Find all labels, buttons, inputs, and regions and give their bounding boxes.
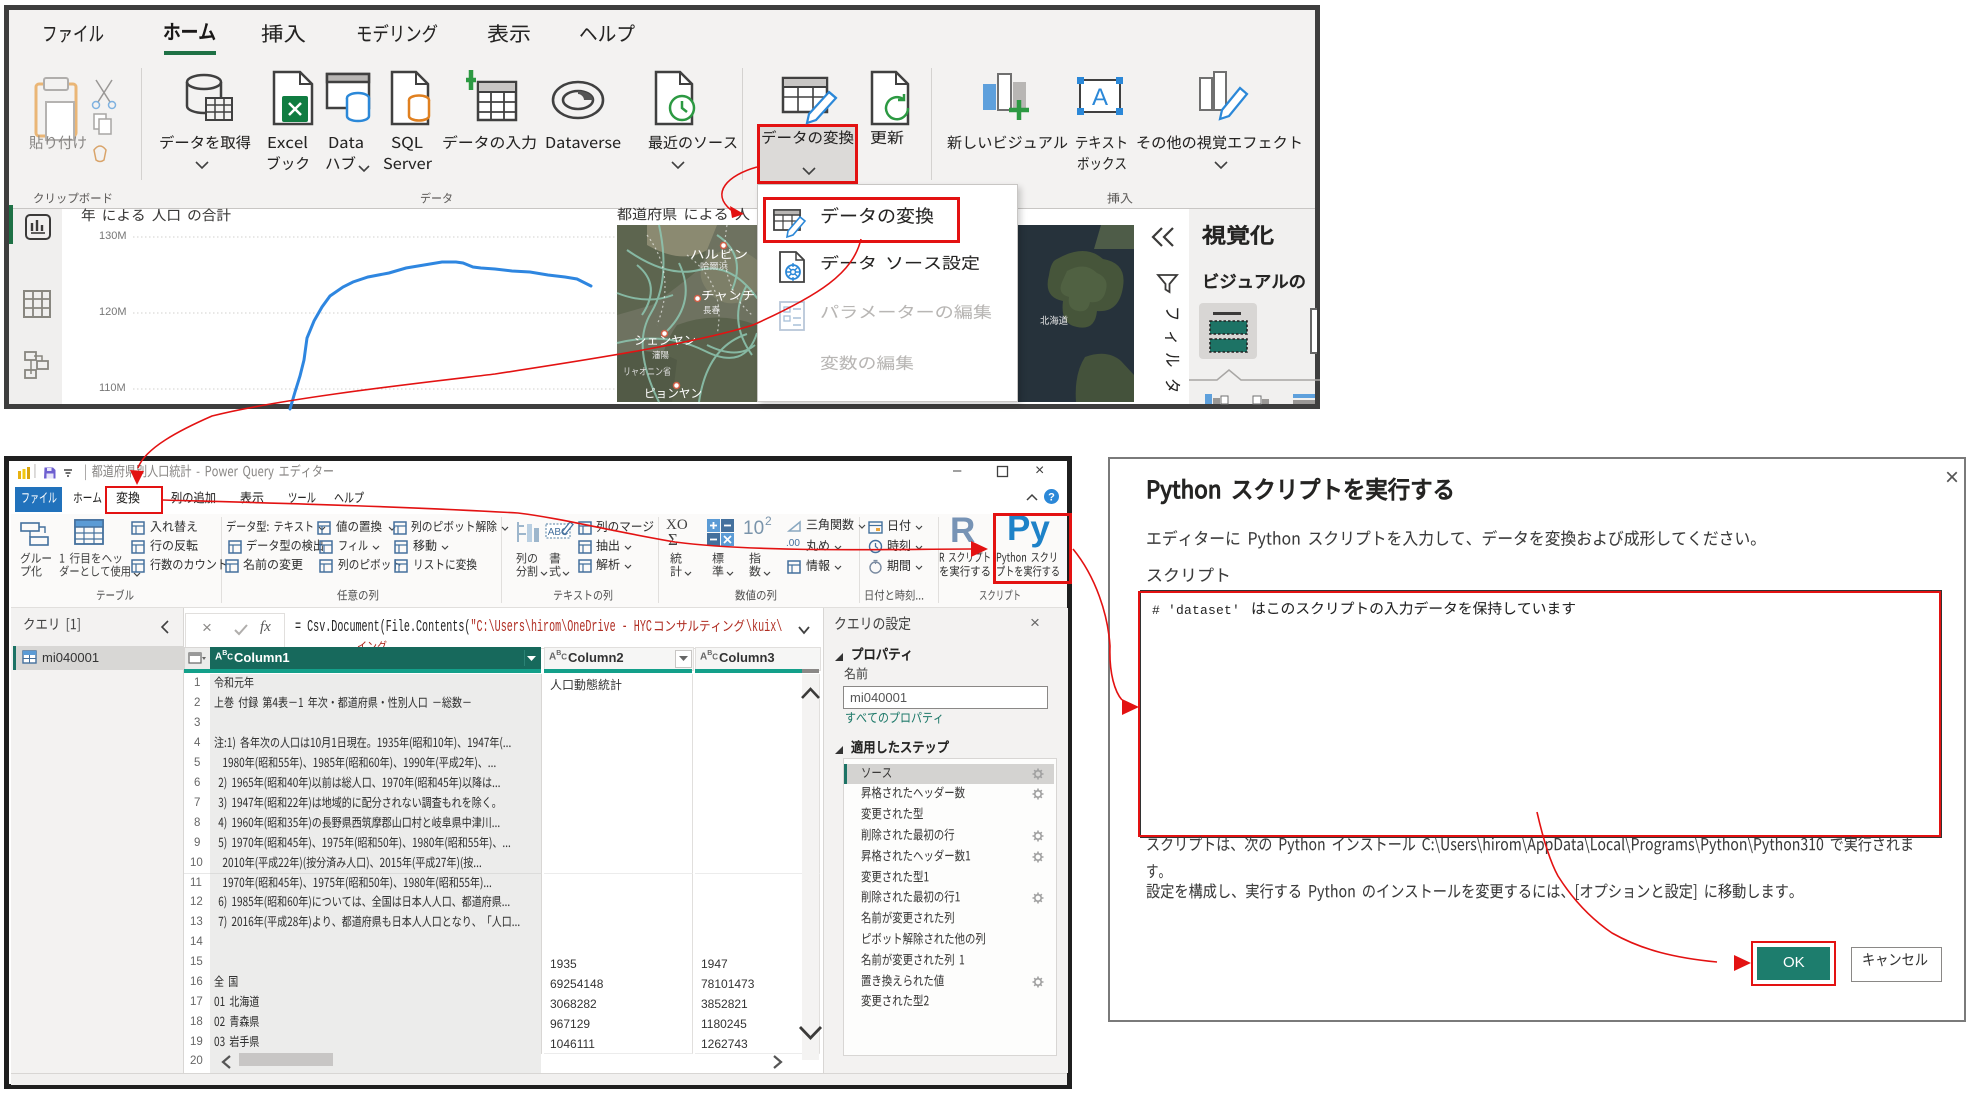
svg-text:?: ? <box>1048 492 1055 504</box>
svg-text:A: A <box>1092 84 1108 111</box>
